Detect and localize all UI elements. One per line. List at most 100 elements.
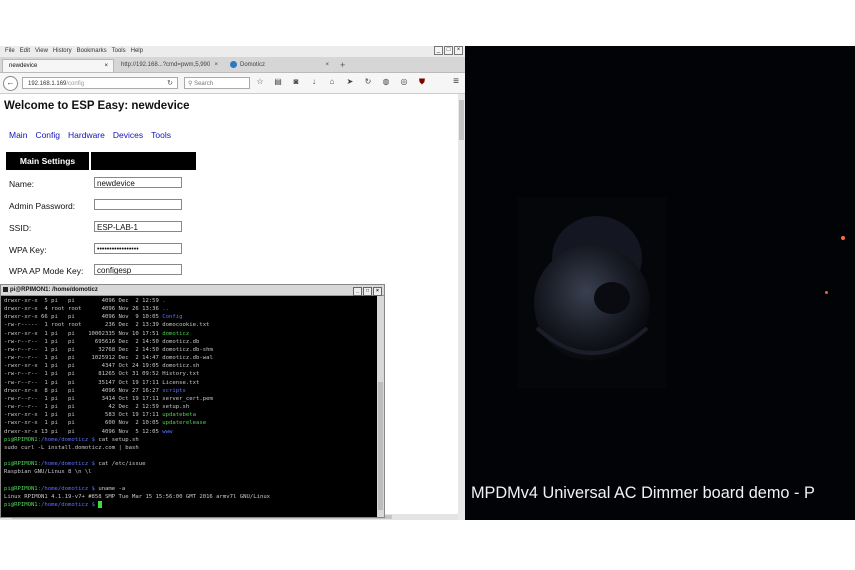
- file-name: Config: [162, 314, 183, 321]
- video-caption: MPDMv4 Universal AC Dimmer board demo - …: [471, 484, 815, 502]
- close-icon[interactable]: ×: [454, 46, 463, 55]
- terminal-window[interactable]: pi@RPIMON1: /home/domoticz _ □ × drwxr-xr-…: [0, 284, 385, 518]
- prompt-path: :/home/domoticz $: [37, 501, 95, 508]
- terminal-line: -rw-r--r-- 1 pi pi 32768 Dec 2 14:50 dom…: [4, 346, 270, 354]
- home-icon[interactable]: ⌂: [326, 77, 338, 86]
- tab-bar: newdevice × http://192.168...?cmd=pwm,5,…: [0, 57, 465, 73]
- terminal-line: drwxr-xr-x 5 pi pi 4096 Dec 2 12:59 .: [4, 297, 270, 305]
- url-host: 192.168.1.169: [28, 81, 67, 87]
- file-meta: -rw-r----- 1 root root 236 Dec 2 13:39: [4, 322, 163, 329]
- vertical-scrollbar[interactable]: [458, 94, 465, 520]
- terminal-line: drwxr-xr-x 8 pi pi 4096 Nov 27 16:27 scr…: [4, 387, 270, 395]
- bookmark-star-icon[interactable]: ☆: [254, 77, 266, 86]
- terminal-output[interactable]: drwxr-xr-x 5 pi pi 4096 Dec 2 12:59 . drw…: [4, 297, 270, 509]
- minimize-icon[interactable]: _: [353, 287, 362, 296]
- terminal-line: Raspbian GNU/Linux 8 \n \l: [4, 468, 270, 476]
- nav-link-config[interactable]: Config: [35, 130, 60, 140]
- file-meta: -rw-r--r-- 1 pi pi 32768 Dec 2 14:50: [4, 346, 163, 353]
- wpa-ap-key-field[interactable]: configesp: [94, 264, 182, 275]
- menu-help[interactable]: Help: [131, 46, 143, 57]
- menu-edit[interactable]: Edit: [20, 46, 30, 57]
- hamburger-menu-icon[interactable]: ≡: [453, 76, 459, 87]
- back-arrow-icon[interactable]: ←: [3, 76, 18, 91]
- url-path: /config: [66, 81, 85, 87]
- nav-link-main[interactable]: Main: [9, 130, 27, 140]
- name-field[interactable]: newdevice: [94, 177, 182, 188]
- terminal-line: -rw-r--r-- 1 pi pi 42 Dec 2 12:59 setup.…: [4, 403, 270, 411]
- menu-bookmarks[interactable]: Bookmarks: [77, 46, 107, 57]
- pocket-icon[interactable]: ◙: [290, 77, 302, 86]
- terminal-line: -rwxr-xr-x 1 pi pi 600 Nov 2 10:05 updat…: [4, 419, 270, 427]
- terminal-scrollbar[interactable]: [377, 296, 384, 517]
- section-header-blank: [91, 152, 196, 170]
- tab-close-icon[interactable]: ×: [214, 59, 218, 72]
- terminal-line: -rw-r--r-- 1 pi pi 81265 Oct 31 09:52 Hi…: [4, 370, 270, 378]
- terminal-line: -rw-r----- 1 root root 236 Dec 2 13:39 d…: [4, 321, 270, 329]
- prompt-user: pi@RPIMON1: [4, 461, 38, 468]
- admin-password-field[interactable]: [94, 199, 182, 210]
- menu-view[interactable]: View: [35, 46, 48, 57]
- terminal-title: pi@RPIMON1: /home/domoticz: [10, 287, 98, 293]
- nav-link-devices[interactable]: Devices: [113, 130, 143, 140]
- file-name: domoticz.db: [162, 338, 200, 345]
- file-meta: drwxr-xr-x 4 root root 4096 Nov 26 13:36: [4, 306, 163, 313]
- file-meta: -rwxr-xr-x 1 pi pi 10002335 Nov 10 17:51: [4, 330, 163, 337]
- file-meta: -rw-r--r-- 1 pi pi 81265 Oct 31 09:52: [4, 371, 163, 378]
- cursor-block: [98, 500, 103, 508]
- reload-icon[interactable]: ↻: [167, 78, 173, 90]
- search-input[interactable]: ⚲ Search: [184, 77, 250, 89]
- prompt-user: pi@RPIMON1: [4, 485, 38, 492]
- sync-icon[interactable]: ↻: [362, 77, 374, 86]
- tab-pwm-command[interactable]: http://192.168...?cmd=pwm,5,990 ×: [115, 59, 223, 72]
- scrollbar-thumb[interactable]: [459, 100, 464, 140]
- file-meta: drwxr-xr-x 5 pi pi 4096 Dec 2 12:59: [4, 298, 163, 304]
- file-name: scripts: [162, 387, 186, 394]
- tab-label: Domoticz: [240, 62, 266, 68]
- ublock-shield-icon[interactable]: ⛊: [416, 77, 428, 87]
- prompt-command: cat setup.sh: [94, 436, 139, 443]
- send-icon[interactable]: ➤: [344, 77, 356, 86]
- file-meta: -rwxr-xr-x 1 pi pi 583 Oct 19 17:11: [4, 412, 163, 419]
- nav-link-hardware[interactable]: Hardware: [68, 130, 105, 140]
- file-name: ..: [162, 306, 170, 313]
- file-name: domoticz.db-wal: [162, 355, 213, 362]
- nav-link-tools[interactable]: Tools: [151, 130, 171, 140]
- tab-close-icon[interactable]: ×: [325, 59, 329, 72]
- menu-file[interactable]: File: [5, 46, 15, 57]
- prompt-path: :/home/domoticz $: [37, 461, 95, 468]
- close-icon[interactable]: ×: [373, 287, 382, 296]
- tab-close-icon[interactable]: ×: [104, 60, 108, 73]
- terminal-line: drwxr-xr-x 4 root root 4096 Nov 26 13:36…: [4, 305, 270, 313]
- wpa-key-field[interactable]: •••••••••••••••••: [94, 243, 182, 254]
- section-header-label: Main Settings: [6, 152, 89, 170]
- prompt-path: :/home/domoticz $: [37, 485, 95, 492]
- url-bar[interactable]: 192.168.1.169/config ↻: [22, 77, 178, 89]
- menu-history[interactable]: History: [53, 46, 72, 57]
- terminal-line: -rw-r--r-- 1 pi pi 1025912 Dec 2 14:47 d…: [4, 354, 270, 362]
- wpa-ap-key-label: WPA AP Mode Key:: [9, 266, 84, 276]
- addon-icon[interactable]: ◍: [380, 77, 392, 86]
- tab-domoticz[interactable]: Domoticz ×: [224, 59, 334, 72]
- extension-icon[interactable]: ◎: [398, 77, 410, 86]
- terminal-titlebar[interactable]: pi@RPIMON1: /home/domoticz _ □ ×: [1, 285, 384, 296]
- scrollbar-thumb[interactable]: [378, 382, 383, 510]
- minimize-icon[interactable]: _: [434, 46, 443, 55]
- reader-list-icon[interactable]: ▤: [272, 77, 284, 86]
- file-name: domocookie.txt: [162, 322, 210, 329]
- terminal-line: -rwxr-xr-x 1 pi pi 10002335 Nov 10 17:51…: [4, 330, 270, 338]
- menu-bar: File Edit View History Bookmarks Tools Help _ □…: [0, 46, 465, 57]
- esp-nav: Main Config Hardware Devices Tools: [9, 130, 179, 140]
- maximize-icon[interactable]: □: [444, 46, 453, 55]
- file-meta: -rwxr-xr-x 1 pi pi 4347 Oct 24 19:05: [4, 363, 163, 370]
- menu-tools[interactable]: Tools: [112, 46, 126, 57]
- download-icon[interactable]: ↓: [308, 77, 320, 86]
- tab-newdevice[interactable]: newdevice ×: [2, 59, 114, 72]
- file-meta: -rw-r--r-- 1 pi pi 695616 Dec 2 14:50: [4, 338, 163, 345]
- new-tab-button[interactable]: +: [340, 59, 345, 72]
- file-name: License.txt: [162, 379, 200, 386]
- ssid-field[interactable]: ESP-LAB-1: [94, 221, 182, 232]
- maximize-icon[interactable]: □: [363, 287, 372, 296]
- command-output: Linux RPIMON1 4.1.19-v7+ #858 SMP Tue Ma…: [4, 493, 271, 500]
- file-name: www: [162, 428, 173, 435]
